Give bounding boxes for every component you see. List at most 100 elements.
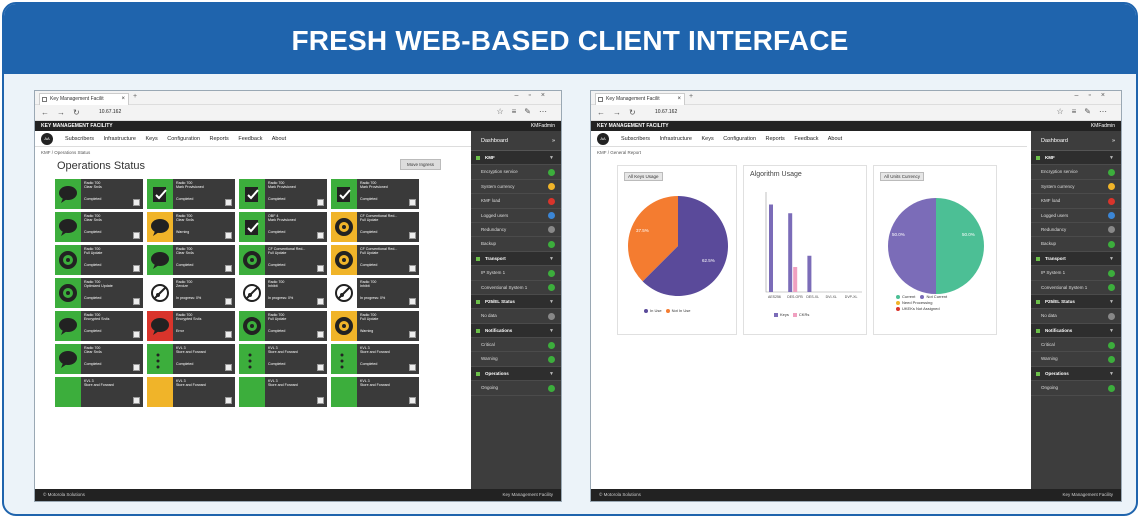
tile-detail-button[interactable] [225,331,232,338]
operation-tile[interactable]: Radio 700 Zeroize In progress: 0% [147,278,235,308]
sidebar-item[interactable]: Ongoing [1031,381,1121,396]
menu-item-configuration[interactable]: Configuration [167,136,200,142]
operation-tile[interactable]: Radio 700 Mark Provisioned Completed [331,179,419,209]
user-menu[interactable]: KMFadmin [531,121,555,131]
operation-tile[interactable]: Radio 700 Encrypted Sn4s Error [147,311,235,341]
sidebar-section[interactable]: Transport ▼ [471,251,561,267]
operation-tile[interactable]: CF Conventional Red... Full Update Complet… [239,245,327,275]
user-menu[interactable]: KMFadmin [1091,121,1115,131]
menu-item-keys[interactable]: Keys [702,136,714,142]
operation-tile[interactable]: CF Conventional Red... Full Update Complet… [331,212,419,242]
operation-tile[interactable]: Radio 700 Mark Provisioned Completed [147,179,235,209]
tile-detail-button[interactable] [317,397,324,404]
operation-tile[interactable]: KVL 3 Store and Forward [55,377,143,407]
tile-detail-button[interactable] [409,265,416,272]
menu-item-infrastructure[interactable]: Infrastructure [660,136,692,142]
tile-detail-button[interactable] [317,232,324,239]
nav-buttons[interactable]: ←→↻ [41,108,88,117]
tile-detail-button[interactable] [133,331,140,338]
operation-tile[interactable]: Radio 700 Clear Sn4s Completed [55,179,143,209]
new-tab-icon[interactable]: + [689,93,693,100]
sidebar-section[interactable]: P25/EL Status ▼ [1031,294,1121,310]
operation-tile[interactable]: Radio 700 Inhibit In progress: 0% [239,278,327,308]
browser-tools[interactable]: ☆≡✎⋯ [1056,107,1115,116]
collapse-icon[interactable]: » [552,131,555,151]
sidebar-item[interactable]: Backup [471,237,561,252]
operation-tile[interactable]: OBF 4 Mark Provisioned Completed [239,212,327,242]
tile-detail-button[interactable] [133,265,140,272]
sidebar-item[interactable]: Conventional System 1 [471,281,561,295]
window-controls[interactable]: –▫× [1075,92,1115,99]
tile-detail-button[interactable] [409,232,416,239]
operation-tile[interactable]: Radio 700 Clear Sn4s Completed [147,245,235,275]
sidebar-item[interactable]: Warning [1031,352,1121,367]
browser-tab[interactable]: Key Management Facilit × [39,93,129,105]
tile-detail-button[interactable] [225,199,232,206]
sidebar-section[interactable]: Operations ▼ [1031,366,1121,382]
tile-detail-button[interactable] [317,199,324,206]
menu-item-keys[interactable]: Keys [146,136,158,142]
breadcrumb[interactable]: KMF / Operations Status [35,147,471,158]
operation-tile[interactable]: KVL 3 Store and Forward Completed [147,344,235,374]
operation-tile[interactable]: Radio 700 Full Update Completed [239,311,327,341]
sidebar-item[interactable]: Redundancy [471,223,561,238]
nav-buttons[interactable]: ←→↻ [597,108,644,117]
operation-tile[interactable]: CF Conventional Red... Full Update Complet… [331,245,419,275]
sidebar-item[interactable]: IP System 1 [1031,266,1121,281]
tile-detail-button[interactable] [409,199,416,206]
operation-tile[interactable]: Radio 700 Encrypted Sn4s Completed [55,311,143,341]
operation-tile[interactable]: Radio 700 Inhibit In progress: 0% [331,278,419,308]
sidebar-item[interactable]: KMF load [1031,194,1121,209]
sidebar-item[interactable]: Critical [471,338,561,353]
tile-detail-button[interactable] [317,298,324,305]
operation-tile[interactable]: KVL 3 Store and Forward [331,377,419,407]
menu-item-about[interactable]: About [828,136,842,142]
sidebar-section[interactable]: Notifications ▼ [471,323,561,339]
operation-tile[interactable]: KVL 3 Store and Forward Completed [331,344,419,374]
sidebar-item[interactable]: System currency [1031,180,1121,195]
tile-detail-button[interactable] [133,199,140,206]
collapse-icon[interactable]: » [1112,131,1115,151]
tile-detail-button[interactable] [409,331,416,338]
url-field[interactable]: 10.67.162 [99,109,121,115]
new-tab-icon[interactable]: + [133,93,137,100]
browser-tools[interactable]: ☆≡✎⋯ [496,107,555,116]
sidebar-item[interactable]: Encryption service [471,165,561,180]
sidebar-item[interactable]: No data [471,309,561,324]
menu-item-about[interactable]: About [272,136,286,142]
sidebar-item[interactable]: No data [1031,309,1121,324]
sidebar-item[interactable]: Backup [1031,237,1121,252]
sidebar-item[interactable]: Ongoing [471,381,561,396]
tile-detail-button[interactable] [225,265,232,272]
tile-detail-button[interactable] [225,232,232,239]
sidebar-item[interactable]: Logged users [1031,209,1121,223]
sidebar-item[interactable]: Redundancy [1031,223,1121,238]
sidebar-item[interactable]: System currency [471,180,561,195]
menu-item-reports[interactable]: Reports [766,136,785,142]
menu-item-subscribers[interactable]: Subscribers [621,136,650,142]
tile-detail-button[interactable] [317,331,324,338]
operation-tile[interactable]: Radio 700 Full Update Warning [331,311,419,341]
tile-detail-button[interactable] [133,232,140,239]
menu-item-infrastructure[interactable]: Infrastructure [104,136,136,142]
tile-detail-button[interactable] [409,298,416,305]
url-field[interactable]: 10.67.162 [655,109,677,115]
sidebar-item[interactable]: IP System 1 [471,266,561,281]
browser-tab[interactable]: Key Management Facilit × [595,93,685,105]
tile-detail-button[interactable] [317,265,324,272]
operation-tile[interactable]: Radio 700 Clear Sn4s Completed [55,344,143,374]
sidebar-item[interactable]: KMF load [471,194,561,209]
sidebar-item[interactable]: Critical [1031,338,1121,353]
sidebar-item[interactable]: Encryption service [1031,165,1121,180]
sidebar-section[interactable]: Transport ▼ [1031,251,1121,267]
operation-tile[interactable]: Radio 700 Optimized Update Completed [55,278,143,308]
sidebar-section[interactable]: Notifications ▼ [1031,323,1121,339]
operation-tile[interactable]: KVL 3 Store and Forward [239,377,327,407]
menu-item-configuration[interactable]: Configuration [723,136,756,142]
sidebar-section[interactable]: KMF ▼ [471,151,561,166]
tile-detail-button[interactable] [225,298,232,305]
move-ingress-button[interactable]: Move Ingress [399,159,441,170]
breadcrumb[interactable]: KMF / General Report [591,147,1027,158]
sidebar-item[interactable]: Warning [471,352,561,367]
sidebar-item[interactable]: Conventional System 1 [1031,281,1121,295]
